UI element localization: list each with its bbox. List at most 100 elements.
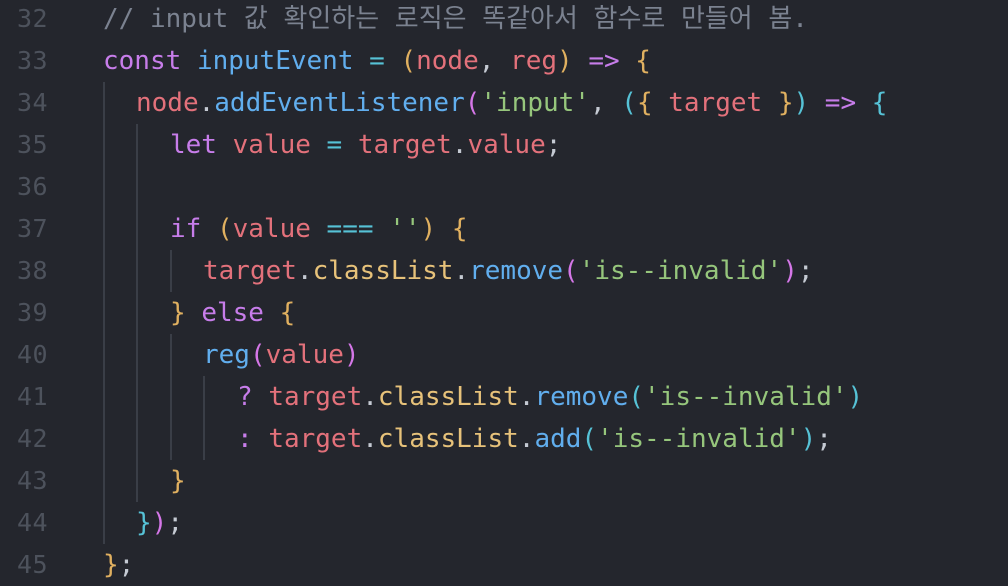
code-token: , <box>589 88 622 118</box>
code-token: { <box>451 214 468 244</box>
line-number: 34 <box>17 88 49 117</box>
code-token: . <box>451 130 468 160</box>
code-token: value <box>232 130 311 160</box>
code-token: 'input' <box>480 88 590 118</box>
code-token: { <box>636 88 653 118</box>
code-token: // input 값 확인하는 로직은 똑같아서 함수로 만들어 봄. <box>103 4 808 34</box>
code-editor[interactable]: 32 // input 값 확인하는 로직은 똑같아서 함수로 만들어 봄. 33 c… <box>0 0 1008 586</box>
code-token: . <box>198 88 215 118</box>
code-token: 'is--invalid' <box>597 424 801 454</box>
code-token: ) <box>343 340 360 370</box>
indent-guide <box>203 376 205 460</box>
code-line[interactable]: 38 target.classList.remove('is--invalid')… <box>0 250 1008 292</box>
code-token: let <box>170 130 217 160</box>
code-token: ) <box>557 46 573 76</box>
line-number: 37 <box>17 214 49 243</box>
code-line[interactable]: 37 if (value === '') { <box>0 208 1008 250</box>
code-token: ) <box>800 424 817 454</box>
code-line[interactable]: 33 const inputEvent = (node, reg) => { <box>0 40 1008 82</box>
line-number: 35 <box>17 130 49 159</box>
code-token: '' <box>389 214 421 244</box>
line-number: 33 <box>17 46 49 75</box>
code-token: ) <box>151 508 168 538</box>
code-token: target <box>268 382 363 412</box>
code-token: classList <box>312 256 454 286</box>
code-token: ) <box>847 382 864 412</box>
code-token: . <box>362 424 378 454</box>
code-token: } <box>136 508 152 538</box>
code-token: ( <box>400 46 417 76</box>
code-token: 'is--invalid' <box>578 256 783 286</box>
code-token: remove <box>534 382 629 412</box>
line-number: 40 <box>17 340 49 369</box>
code-token: } <box>170 466 186 496</box>
code-token: => <box>809 88 872 118</box>
code-token: : <box>237 424 269 454</box>
code-line[interactable]: 32 // input 값 확인하는 로직은 똑같아서 함수로 만들어 봄. <box>0 0 1008 40</box>
code-token: . <box>518 382 535 412</box>
code-token: ( <box>216 214 233 244</box>
code-token: addEventListener <box>214 88 465 118</box>
code-line[interactable]: 42 : target.classList.add('is--invalid'); <box>0 418 1008 460</box>
code-token: ( <box>628 382 645 412</box>
code-token: node <box>136 88 199 118</box>
code-text: } <box>170 460 186 502</box>
code-text: }; <box>103 544 134 586</box>
code-token: inputEvent <box>196 46 354 76</box>
code-text: ? target.classList.remove('is--invalid') <box>237 376 863 418</box>
indent-guide <box>170 250 172 292</box>
code-token: => <box>572 46 636 76</box>
code-text: reg(value) <box>203 334 360 376</box>
line-number: 39 <box>17 298 49 327</box>
code-token: ( <box>581 424 598 454</box>
code-line[interactable]: 40 reg(value) <box>0 334 1008 376</box>
code-text: // input 값 확인하는 로직은 똑같아서 함수로 만들어 봄. <box>103 0 808 40</box>
code-token: } <box>103 550 119 580</box>
code-token: ) <box>420 214 437 244</box>
code-token: } <box>777 88 794 118</box>
code-token: const <box>103 46 182 76</box>
code-token: reg <box>203 340 250 370</box>
code-token: ) <box>793 88 810 118</box>
code-line[interactable]: 34 node.addEventListener('input', ({ targ… <box>0 82 1008 124</box>
code-token: ( <box>464 88 481 118</box>
code-token: = <box>353 46 401 76</box>
code-token: reg <box>510 46 558 76</box>
indent-guide <box>103 82 105 544</box>
code-token: value <box>467 130 546 160</box>
code-token: ) <box>782 256 798 286</box>
code-token: . <box>518 424 535 454</box>
code-token: remove <box>469 256 564 286</box>
code-token: if <box>170 214 202 244</box>
code-text: if (value === '') { <box>170 208 467 250</box>
code-line[interactable]: 45}; <box>0 544 1008 586</box>
code-line[interactable]: 36 <box>0 166 1008 208</box>
code-token: === <box>310 214 390 244</box>
code-text: node.addEventListener('input', ({ target… <box>136 82 887 124</box>
line-number: 42 <box>17 424 49 453</box>
code-line[interactable]: 44}); <box>0 502 1008 544</box>
code-line[interactable]: 43} <box>0 460 1008 502</box>
code-token: classList <box>377 382 519 412</box>
code-token: . <box>453 256 470 286</box>
code-text: : target.classList.add('is--invalid'); <box>237 418 832 460</box>
code-token: classList <box>377 424 519 454</box>
code-token: add <box>534 424 582 454</box>
code-token: { <box>871 88 888 118</box>
code-line[interactable]: 35 let value = target.value; <box>0 124 1008 166</box>
code-token: target <box>268 424 363 454</box>
code-line[interactable]: 39} else { <box>0 292 1008 334</box>
code-text: target.classList.remove('is--invalid'); <box>203 250 814 292</box>
code-token: node <box>416 46 479 76</box>
code-token: . <box>362 382 378 412</box>
code-token: ; <box>545 130 562 160</box>
code-token: ( <box>563 256 579 286</box>
line-number: 43 <box>17 466 49 495</box>
code-token: , <box>478 46 511 76</box>
code-line[interactable]: 41? target.classList.remove('is--invalid… <box>0 376 1008 418</box>
code-text: const inputEvent = (node, reg) => { <box>103 40 651 82</box>
